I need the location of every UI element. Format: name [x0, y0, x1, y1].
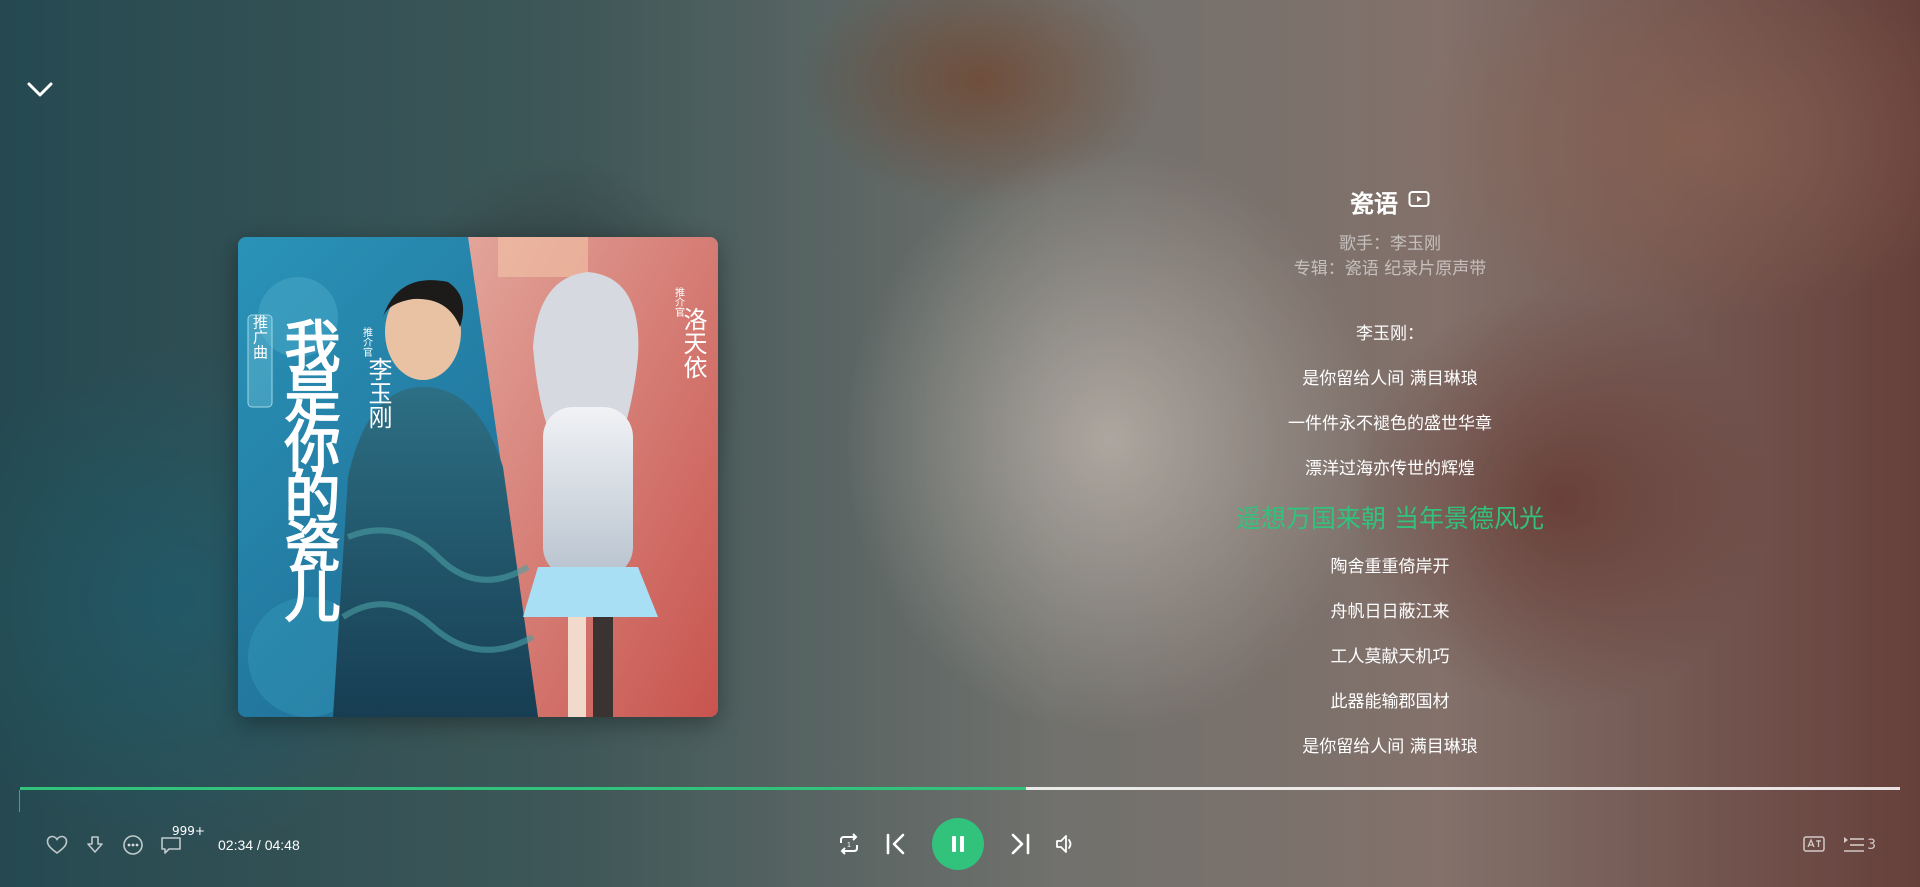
mv-icon — [1408, 191, 1430, 207]
lyric-line-current: 遥想万国来朝 当年景德风光 — [1236, 504, 1544, 533]
pause-icon — [952, 836, 964, 852]
singer-line[interactable]: 歌手：李玉刚 — [1090, 232, 1690, 257]
progress-bar[interactable] — [20, 787, 1900, 790]
cover-calligraphy-text: 我是你的瓷儿 — [275, 317, 341, 623]
pause-button[interactable] — [932, 818, 984, 870]
lyrics-translate-button[interactable] — [1801, 832, 1827, 858]
lyric-line: 李玉刚： — [1356, 324, 1424, 344]
like-button[interactable] — [44, 832, 70, 858]
repeat-icon: 1 — [840, 833, 858, 855]
album-cover: 推广曲 我是你的瓷儿 推介官 李玉刚 推介官 洛天依 — [238, 237, 718, 717]
download-icon — [87, 836, 103, 853]
progress-divider — [19, 790, 20, 812]
playlist-button[interactable]: 3 — [1843, 836, 1876, 854]
cover-left-role-text: 推介官 — [361, 326, 373, 358]
lyric-line: 工人莫献天机巧 — [1330, 647, 1450, 667]
right-controls: 3 — [1801, 830, 1876, 860]
previous-icon — [886, 833, 905, 855]
svg-text:1: 1 — [847, 842, 851, 849]
lyric-line: 此器能输郡国材 — [1330, 692, 1450, 712]
playback-controls: 1 — [836, 818, 1076, 870]
cover-left-name-text: 李玉刚 — [364, 357, 392, 429]
cover-right-name-text: 洛天依 — [679, 307, 707, 379]
lyric-line: 一件件永不褪色的盛世华章 — [1288, 414, 1492, 434]
lyrics-translate-icon — [1803, 836, 1825, 852]
lyric-line: 陶舍重重倚岸开 — [1330, 557, 1450, 577]
collapse-player-button[interactable] — [24, 76, 56, 102]
heart-icon — [46, 835, 68, 854]
cover-tag-text: 推广曲 — [251, 315, 269, 360]
comment-button[interactable]: 999+ — [158, 824, 205, 858]
song-title: 瓷语 — [1350, 189, 1398, 218]
volume-icon — [1056, 835, 1072, 853]
lyric-line: 是你留给人间 满目琳琅 — [1302, 369, 1478, 389]
repeat-mode-button[interactable]: 1 — [836, 833, 862, 855]
more-icon — [123, 835, 143, 855]
playlist-count: 3 — [1867, 837, 1876, 853]
progress-fill — [20, 787, 1026, 790]
lyric-line: 舟帆日日蔽江来 — [1330, 602, 1450, 622]
play-time: 02:34 / 04:48 — [218, 837, 300, 853]
player-page: 推广曲 我是你的瓷儿 推介官 李玉刚 推介官 洛天依 瓷语 歌手：李玉刚 专辑：… — [0, 0, 1920, 887]
left-controls: 999+ 02:34 / 04:48 — [44, 824, 300, 860]
song-info: 瓷语 歌手：李玉刚 专辑：瓷语 纪录片原声带 — [1090, 180, 1690, 282]
volume-button[interactable] — [1054, 833, 1076, 855]
next-button[interactable] — [1008, 832, 1032, 856]
lyric-line: 漂洋过海亦传世的辉煌 — [1305, 459, 1475, 479]
previous-button[interactable] — [884, 832, 908, 856]
album-line[interactable]: 专辑：瓷语 纪录片原声带 — [1090, 257, 1690, 282]
more-button[interactable] — [120, 832, 146, 858]
comment-icon — [161, 837, 181, 854]
song-title-row: 瓷语 — [1090, 180, 1690, 222]
next-icon — [1011, 833, 1030, 855]
playlist-icon — [1844, 837, 1865, 852]
comment-count: 999+ — [172, 824, 205, 838]
chevron-down-icon — [27, 82, 53, 97]
download-button[interactable] — [82, 832, 108, 858]
album-cover-art: 推广曲 我是你的瓷儿 推介官 李玉刚 推介官 洛天依 — [238, 237, 718, 717]
lyric-line: 是你留给人间 满目琳琅 — [1302, 737, 1478, 757]
lyrics-panel[interactable]: 李玉刚： 是你留给人间 满目琳琅 一件件永不褪色的盛世华章 漂洋过海亦传世的辉煌… — [1090, 318, 1690, 776]
mv-button[interactable] — [1408, 190, 1430, 212]
